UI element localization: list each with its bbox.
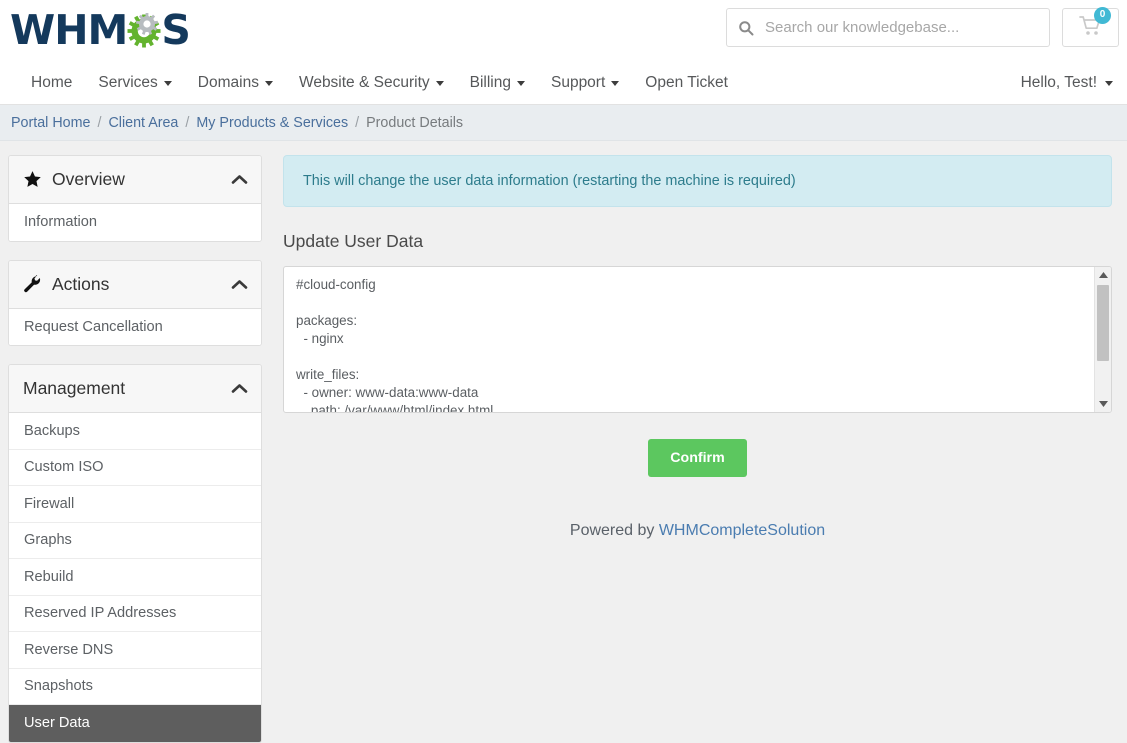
sidebar-item-label: User Data (24, 715, 90, 732)
sidebar-panel-actions: Actions Request Cancellation (8, 259, 262, 346)
sidebar-item-information[interactable]: Information (9, 204, 261, 241)
sidebar: Overview Information Actions Request Can… (8, 155, 262, 743)
sidebar-item-firewall[interactable]: Firewall (9, 486, 261, 523)
account-menu[interactable]: Hello, Test! (1021, 74, 1113, 92)
sidebar-item-label: Custom ISO (24, 459, 104, 476)
gear-icon (126, 12, 162, 48)
breadcrumb-item-portal-home[interactable]: Portal Home (11, 115, 90, 131)
nav-item-open-ticket[interactable]: Open Ticket (632, 62, 741, 104)
scrollbar-thumb[interactable] (1097, 285, 1109, 361)
nav-item-domains[interactable]: Domains (185, 62, 286, 104)
main-navigation: Home Services Domains Website & Security… (0, 62, 1127, 105)
sidebar-panel-management: Management Backups Custom ISO Firewall G… (8, 364, 262, 743)
sidebar-item-user-data[interactable]: User Data (9, 705, 261, 742)
sidebar-panel-overview: Overview Information (8, 155, 262, 242)
info-alert-text: This will change the user data informati… (303, 173, 796, 189)
search-icon (727, 20, 765, 36)
sidebar-panel-management-header[interactable]: Management (9, 365, 261, 413)
main-panel: This will change the user data informati… (262, 155, 1119, 742)
triangle-up-icon[interactable] (1098, 267, 1108, 283)
shopping-cart-icon (1079, 15, 1102, 40)
chevron-down-icon (163, 80, 172, 86)
site-header: WHM S Search our knowledgebase... 0 (0, 0, 1127, 62)
chevron-up-icon[interactable] (231, 174, 248, 185)
sidebar-item-snapshots[interactable]: Snapshots (9, 668, 261, 705)
nav-label: Website & Security (298, 74, 430, 91)
chevron-up-icon[interactable] (231, 383, 248, 394)
star-icon (23, 170, 47, 189)
sidebar-item-label: Information (24, 214, 98, 231)
user-data-scrollbar[interactable] (1094, 267, 1111, 412)
sidebar-item-label: Snapshots (24, 678, 93, 695)
sidebar-panel-title: Actions (52, 273, 110, 294)
nav-item-services[interactable]: Services (85, 62, 184, 104)
powered-by-prefix: Powered by (569, 522, 659, 539)
confirm-row: Confirm (283, 439, 1112, 477)
breadcrumb: Portal Home / Client Area / My Products … (0, 105, 1127, 141)
nav-label: Billing (469, 74, 511, 91)
chevron-down-icon (1105, 80, 1113, 86)
sidebar-panel-title: Overview (52, 169, 125, 189)
page-content: Overview Information Actions Request Can… (0, 141, 1127, 743)
chevron-up-icon[interactable] (231, 279, 248, 290)
cart-count-badge: 0 (1094, 6, 1111, 24)
nav-label: Services (98, 74, 158, 91)
breadcrumb-separator: / (355, 114, 360, 131)
sidebar-item-reverse-dns[interactable]: Reverse DNS (9, 632, 261, 669)
nav-item-website-security[interactable]: Website & Security (286, 62, 457, 104)
breadcrumb-separator: / (97, 114, 102, 131)
nav-item-support[interactable]: Support (538, 62, 632, 104)
sidebar-item-request-cancellation[interactable]: Request Cancellation (9, 308, 261, 345)
nav-item-billing[interactable]: Billing (457, 62, 538, 104)
sidebar-item-label: Rebuild (24, 568, 74, 585)
nav-label: Domains (197, 74, 259, 91)
sidebar-item-label: Graphs (24, 532, 72, 549)
sidebar-item-rebuild[interactable]: Rebuild (9, 559, 261, 596)
sidebar-item-label: Backups (24, 422, 80, 439)
sidebar-panel-actions-header[interactable]: Actions (9, 260, 261, 309)
info-alert: This will change the user data informati… (283, 155, 1112, 207)
sidebar-item-label: Firewall (24, 495, 75, 512)
confirm-button[interactable]: Confirm (648, 439, 747, 477)
chevron-down-icon (435, 80, 444, 86)
breadcrumb-item-my-products-services[interactable]: My Products & Services (196, 115, 348, 131)
sidebar-item-label: Request Cancellation (24, 318, 163, 335)
sidebar-panel-overview-header[interactable]: Overview (9, 156, 261, 204)
sidebar-item-backups[interactable]: Backups (9, 413, 261, 450)
chevron-down-icon (264, 80, 273, 86)
wrench-icon (23, 274, 47, 294)
whmcs-logo[interactable]: WHM S (10, 5, 191, 55)
logo-text-whm: WHM (10, 5, 128, 54)
account-label: Hello, Test! (1020, 74, 1097, 91)
sidebar-item-label: Reverse DNS (24, 641, 114, 658)
user-data-textarea-content[interactable]: #cloud-config packages: - nginx write_fi… (284, 267, 1111, 412)
chevron-down-icon (611, 80, 620, 86)
cart-button[interactable]: 0 (1062, 6, 1119, 47)
sidebar-item-graphs[interactable]: Graphs (9, 522, 261, 559)
whmcs-link[interactable]: WHMCompleteSolution (659, 522, 825, 539)
nav-label: Open Ticket (645, 74, 728, 91)
sidebar-panel-title: Management (23, 378, 126, 398)
sidebar-item-reserved-ip-addresses[interactable]: Reserved IP Addresses (9, 595, 261, 632)
nav-label: Home (31, 74, 73, 91)
page-title: Update User Data (283, 231, 424, 251)
search-input[interactable] (765, 19, 1049, 36)
user-data-textarea[interactable]: #cloud-config packages: - nginx write_fi… (283, 266, 1112, 413)
nav-label: Support (550, 74, 606, 91)
breadcrumb-separator: / (185, 114, 190, 131)
breadcrumb-item-product-details: Product Details (366, 114, 464, 131)
breadcrumb-item-client-area[interactable]: Client Area (108, 115, 178, 131)
sidebar-item-custom-iso[interactable]: Custom ISO (9, 449, 261, 486)
triangle-down-icon[interactable] (1098, 396, 1108, 412)
nav-item-home[interactable]: Home (18, 62, 85, 104)
scrollbar-track[interactable] (1095, 283, 1111, 396)
sidebar-item-label: Reserved IP Addresses (24, 605, 177, 622)
logo-text: WHM S (10, 5, 191, 54)
chevron-down-icon (516, 80, 525, 86)
knowledgebase-search[interactable] (726, 8, 1050, 47)
powered-by: Powered by WHMCompleteSolution (283, 522, 1112, 540)
logo-text-s: S (161, 5, 191, 54)
